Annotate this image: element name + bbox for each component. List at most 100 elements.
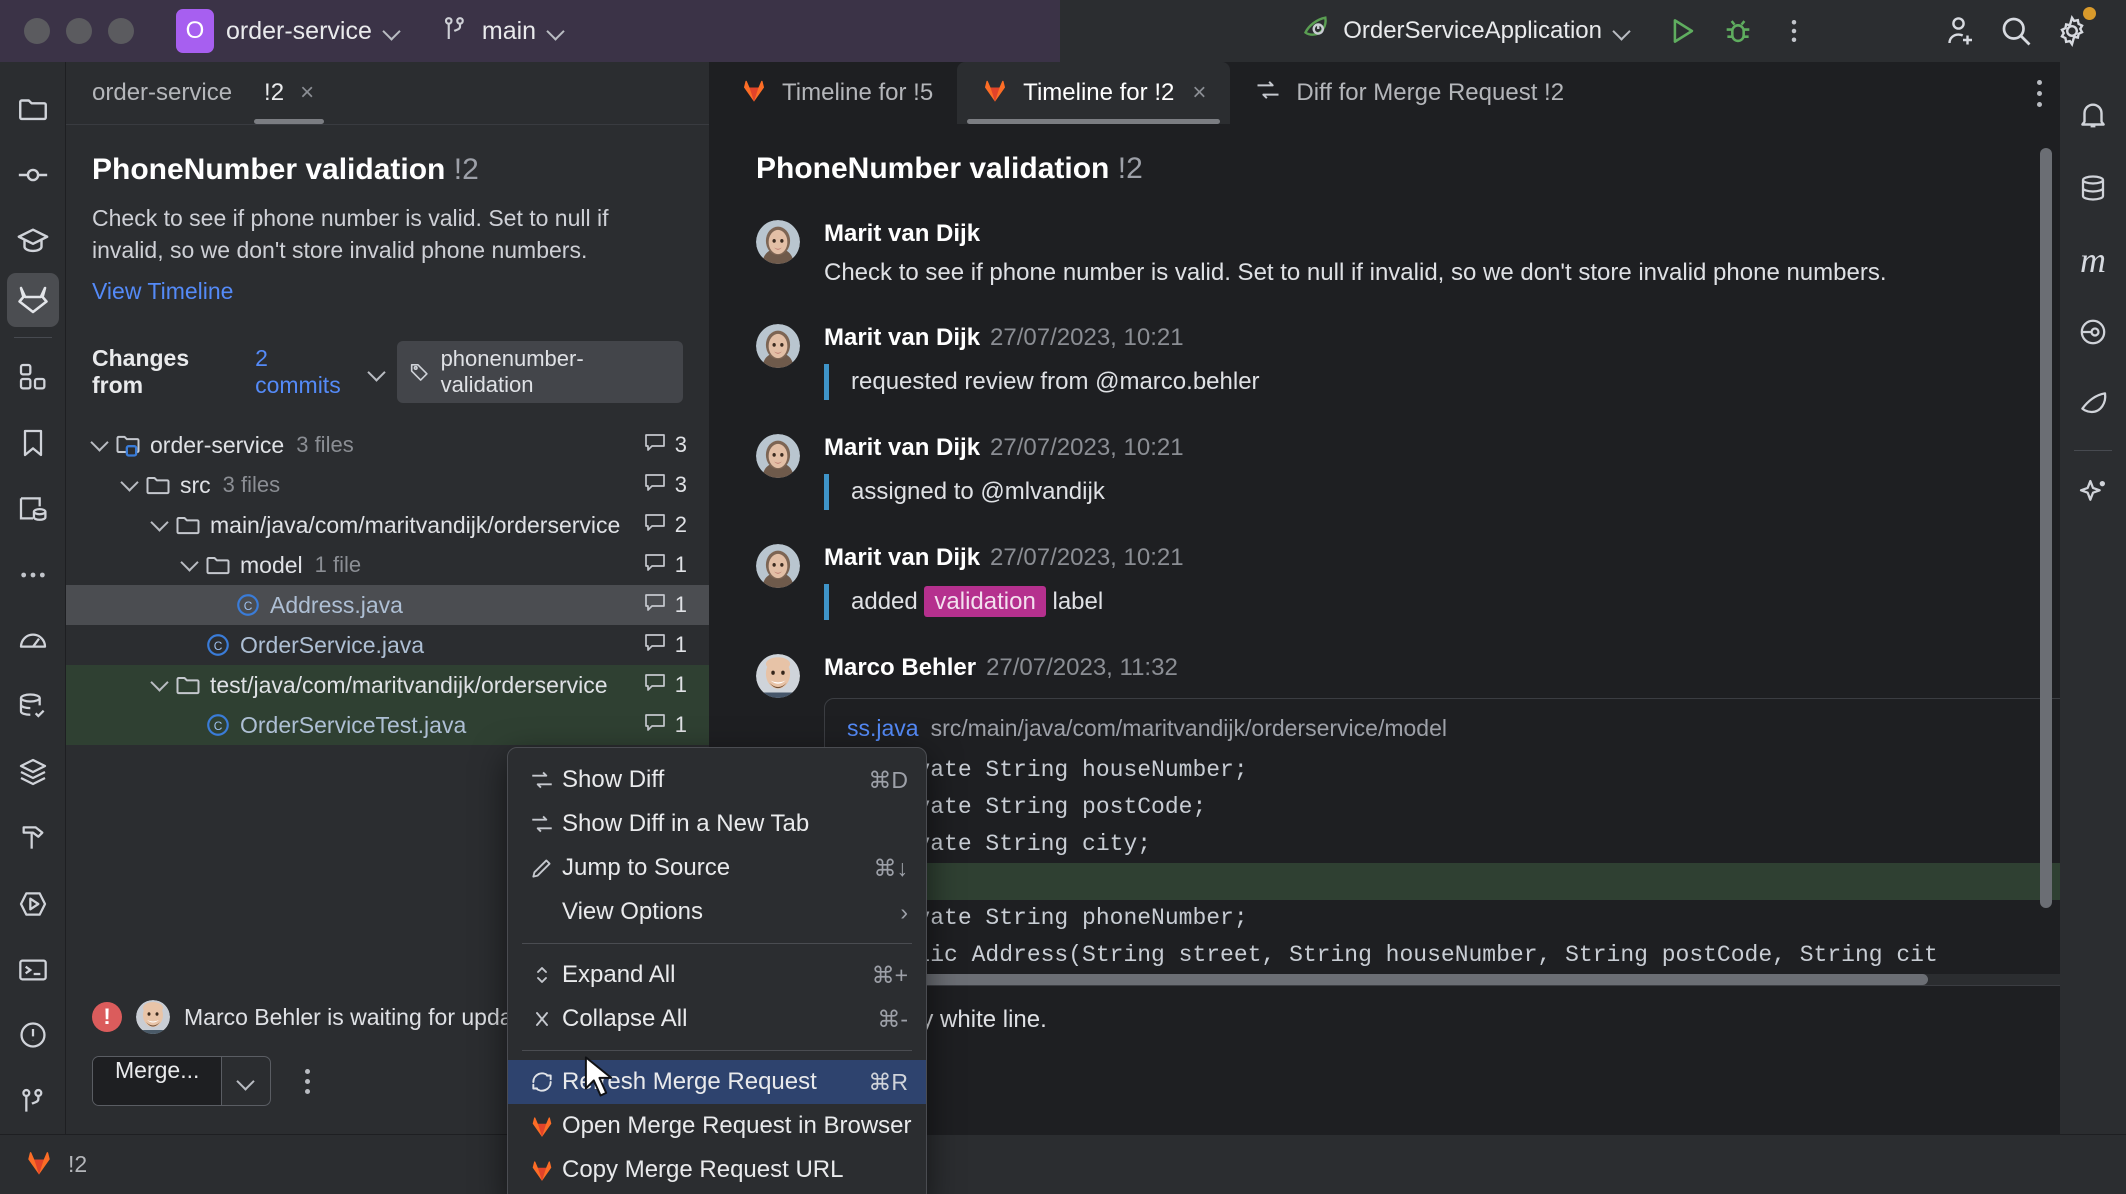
- window-controls[interactable]: [0, 18, 134, 44]
- problems-icon[interactable]: [7, 1002, 59, 1068]
- menu-separator: [522, 1050, 912, 1051]
- chevron-down-icon: [1614, 23, 1630, 39]
- close-icon[interactable]: ×: [300, 79, 314, 107]
- database-scratch-icon[interactable]: [7, 476, 59, 542]
- maximize-window-button[interactable]: [108, 18, 134, 44]
- project-icon[interactable]: [7, 76, 59, 142]
- settings-gear-icon[interactable]: [2044, 3, 2100, 59]
- tab-timeline-2[interactable]: Timeline for !2 ×: [957, 62, 1230, 124]
- database-icon[interactable]: [2067, 152, 2119, 224]
- timeline-author: Marco Behler: [824, 654, 976, 681]
- code-line: private String phoneNumber;: [825, 900, 2060, 937]
- maven-icon[interactable]: m: [2067, 224, 2119, 296]
- more-actions-icon[interactable]: [1766, 3, 1822, 59]
- view-timeline-link[interactable]: View Timeline: [66, 266, 709, 305]
- commit-icon[interactable]: [7, 142, 59, 208]
- code-horizontal-scrollbar[interactable]: [825, 974, 2060, 985]
- chevron-down-icon[interactable]: [369, 364, 385, 380]
- expand-chevron-icon[interactable]: [146, 681, 172, 689]
- minimize-window-button[interactable]: [66, 18, 92, 44]
- plugins-icon[interactable]: [7, 344, 59, 410]
- code-file-name[interactable]: ss.java: [847, 715, 919, 741]
- learn-icon[interactable]: [7, 208, 59, 274]
- bookmarks-icon[interactable]: [7, 410, 59, 476]
- comment-count: 2: [643, 510, 687, 540]
- comment-icon: [643, 710, 667, 740]
- comment-count: 1: [643, 670, 687, 700]
- merge-dropdown-arrow[interactable]: [222, 1057, 270, 1105]
- debug-icon[interactable]: [1710, 3, 1766, 59]
- branch-selector[interactable]: main: [440, 14, 564, 49]
- tree-folder-row[interactable]: test/java/com/maritvandijk/orderservice1: [66, 665, 709, 705]
- expand-chevron-icon[interactable]: [146, 521, 172, 529]
- folder-icon: [172, 511, 204, 539]
- menu-item-collapse-all[interactable]: Collapse All⌘-: [508, 997, 926, 1041]
- commits-selector[interactable]: 2 commits: [255, 345, 357, 399]
- timeline-entry-header: Marit van Dijk27/07/2023, 10:21: [824, 324, 2020, 352]
- rail-divider: [14, 337, 52, 338]
- tree-folder-row[interactable]: src3 files3: [66, 465, 709, 505]
- tab-timeline-5[interactable]: Timeline for !5: [710, 62, 957, 124]
- menu-item-copy-merge-request-url[interactable]: Copy Merge Request URL: [508, 1148, 926, 1192]
- search-icon[interactable]: [1988, 3, 2044, 59]
- sidebar-item-gitlab[interactable]: [7, 273, 59, 327]
- build-icon[interactable]: [7, 805, 59, 871]
- tree-folder-row[interactable]: order-service3 files3: [66, 425, 709, 465]
- merge-more-actions-button[interactable]: [289, 1056, 325, 1106]
- menu-item-show-diff-in-a-new-tab[interactable]: Show Diff in a New Tab: [508, 802, 926, 846]
- chevron-down-icon: [238, 1073, 254, 1089]
- menu-item-show-diff[interactable]: Show Diff⌘D: [508, 758, 926, 802]
- tree-file-row[interactable]: COrderService.java1: [66, 625, 709, 665]
- database-icon[interactable]: [7, 673, 59, 739]
- expand-all-icon: [522, 963, 562, 987]
- spring-leaf-icon: [1297, 12, 1331, 51]
- expand-chevron-icon[interactable]: [86, 441, 112, 449]
- menu-item-expand-all[interactable]: Expand All⌘+: [508, 953, 926, 997]
- source-branch-tag[interactable]: phonenumber-validation: [397, 341, 683, 403]
- menu-item-open-merge-request-in-browser[interactable]: Open Merge Request in Browser: [508, 1104, 926, 1148]
- changes-label: Changes from: [92, 345, 243, 399]
- tree-file-row[interactable]: CAddress.java1: [66, 585, 709, 625]
- ai-assistant-icon[interactable]: [2067, 457, 2119, 529]
- comment-icon: [643, 430, 667, 460]
- close-icon[interactable]: ×: [1192, 79, 1206, 107]
- svg-text:C: C: [214, 719, 223, 733]
- run-icon[interactable]: [1654, 3, 1710, 59]
- page-title: PhoneNumber validation !2: [66, 153, 709, 187]
- add-user-icon[interactable]: [1932, 3, 1988, 59]
- tree-folder-row[interactable]: model1 file1: [66, 545, 709, 585]
- timeline-entry-header: Marit van Dijk27/07/2023, 10:21: [824, 434, 2020, 462]
- merge-button[interactable]: Merge...: [92, 1056, 271, 1106]
- menu-item-shortcut: ⌘R: [868, 1069, 908, 1096]
- tab-mr-2[interactable]: !2 ×: [248, 62, 330, 124]
- services-icon[interactable]: [7, 739, 59, 805]
- commit-graph-icon[interactable]: [2067, 296, 2119, 368]
- menu-item-jump-to-source[interactable]: Jump to Source⌘↓: [508, 846, 926, 890]
- main-scrollbar[interactable]: [2040, 148, 2052, 908]
- left-tool-rail: [0, 62, 66, 1134]
- expand-chevron-icon[interactable]: [176, 561, 202, 569]
- more-tool-windows-icon[interactable]: [7, 542, 59, 608]
- expand-chevron-icon[interactable]: [116, 481, 142, 489]
- terminal-icon[interactable]: [7, 937, 59, 1003]
- menu-item-view-options[interactable]: View Options›: [508, 890, 926, 934]
- project-selector[interactable]: O order-service: [176, 9, 400, 53]
- branch-name: main: [482, 17, 536, 46]
- tree-folder-row[interactable]: main/java/com/maritvandijk/orderservice2: [66, 505, 709, 545]
- spring-leaf-icon[interactable]: [2067, 368, 2119, 440]
- run-tool-icon[interactable]: [7, 871, 59, 937]
- notifications-bell-icon[interactable]: [2067, 80, 2119, 152]
- run-configuration-selector[interactable]: OrderServiceApplication: [1297, 12, 1630, 51]
- title-bar: O order-service main: [0, 0, 2126, 62]
- profiler-icon[interactable]: [7, 608, 59, 674]
- close-window-button[interactable]: [24, 18, 50, 44]
- editor-tabs-more-button[interactable]: [2037, 62, 2042, 124]
- tree-file-row[interactable]: COrderServiceTest.java1: [66, 705, 709, 745]
- version-control-icon[interactable]: [7, 1068, 59, 1134]
- resolve-link[interactable]: olve: [824, 1034, 2020, 1080]
- tab-order-service[interactable]: order-service: [66, 62, 248, 124]
- timeline-author: Marit van Dijk: [824, 220, 980, 247]
- menu-item-refresh-merge-request[interactable]: Refresh Merge Request⌘R: [508, 1060, 926, 1104]
- tab-diff-mr-2[interactable]: Diff for Merge Request !2: [1230, 62, 1588, 124]
- folder-icon: [142, 471, 174, 499]
